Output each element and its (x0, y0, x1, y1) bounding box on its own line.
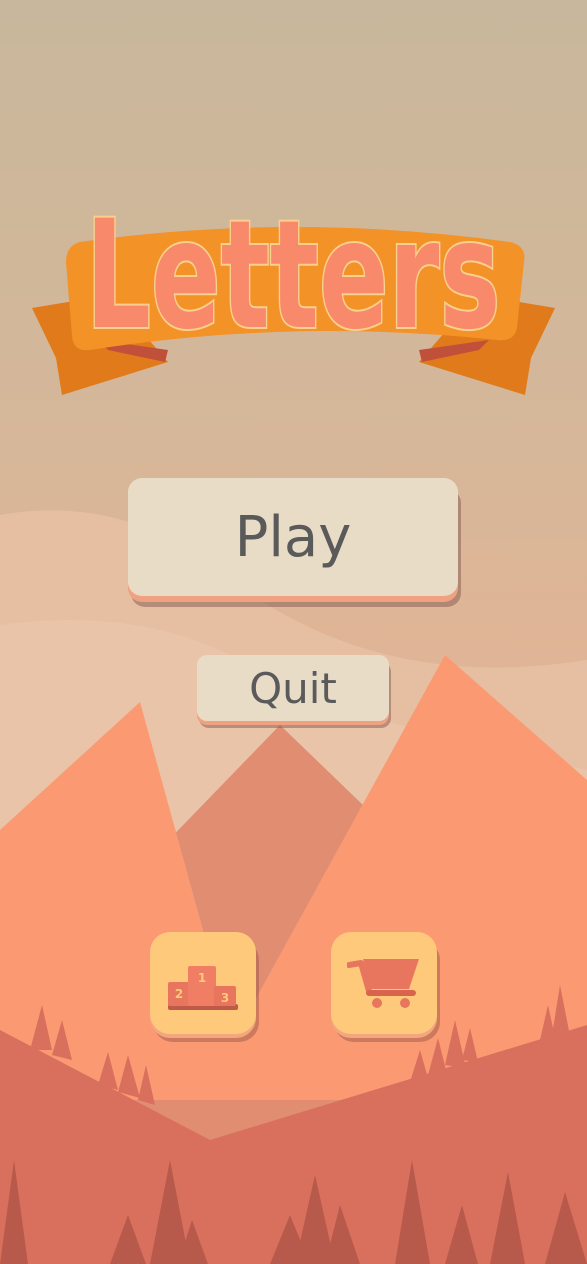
svg-text:1: 1 (198, 971, 206, 985)
title-banner: Letters (32, 200, 555, 395)
podium-icon: 1 2 3 (168, 966, 238, 1010)
shopping-cart-icon (347, 959, 419, 1008)
quit-button[interactable]: Quit (197, 655, 389, 721)
play-button-label: Play (234, 504, 352, 570)
quit-button-label: Quit (249, 663, 337, 713)
landscape-background (0, 510, 587, 1264)
leaderboard-button[interactable]: 1 2 3 (150, 932, 256, 1034)
play-button[interactable]: Play (128, 478, 458, 596)
game-title: Letters (86, 200, 501, 363)
main-menu-screen: Letters Play Quit 1 2 3 (0, 0, 587, 1264)
svg-text:3: 3 (221, 991, 229, 1005)
svg-text:2: 2 (175, 987, 183, 1001)
shop-button[interactable] (331, 932, 437, 1034)
